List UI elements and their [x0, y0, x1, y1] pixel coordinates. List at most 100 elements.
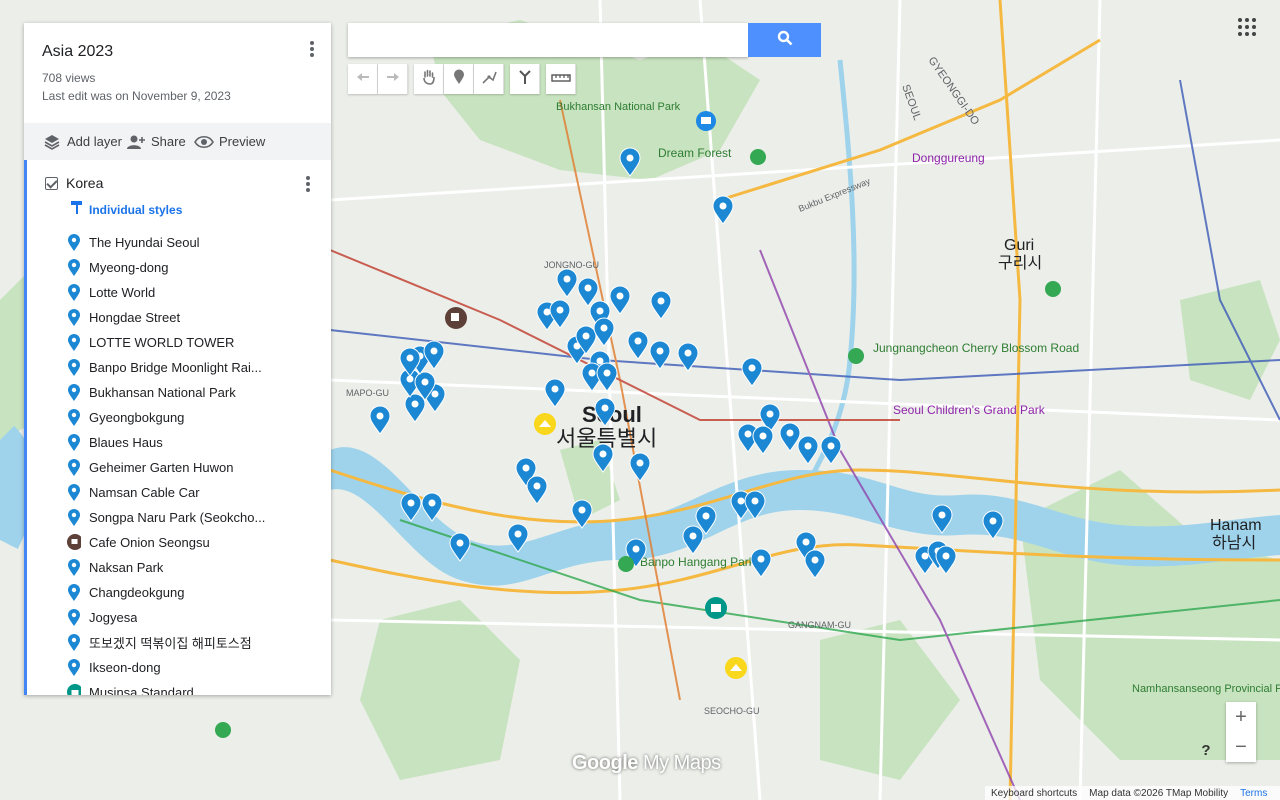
place-list-item[interactable]: Namsan Cable Car — [67, 480, 322, 505]
logo-mymaps-text: My Maps — [642, 752, 721, 774]
bukhansan-label: Bukhansan National Park — [556, 101, 681, 113]
banpo-park-label: Banpo Hangang Park — [640, 555, 756, 569]
map-options-menu-icon[interactable] — [303, 39, 321, 61]
place-name: LOTTE WORLD TOWER — [89, 335, 235, 350]
map-pin-dot — [588, 369, 596, 377]
gangnam-label: GANGNAM-GU — [788, 620, 851, 630]
add-layer-button[interactable]: Add layer — [42, 123, 122, 160]
place-list-item[interactable]: LOTTE WORLD TOWER — [67, 330, 322, 355]
place-list-item[interactable]: Ikseon-dong — [67, 655, 322, 680]
ruler-icon — [550, 70, 571, 88]
search-button[interactable] — [748, 23, 821, 57]
paint-roller-icon — [71, 200, 83, 219]
map-footer: Keyboard shortcuts Map data ©2026 TMap M… — [985, 786, 1280, 800]
place-list-item[interactable]: Jogyesa — [67, 605, 322, 630]
namhansanseong-label: Namhansanseong Provincial Park — [1132, 683, 1280, 695]
home-marker-2[interactable] — [725, 657, 747, 679]
place-list-item[interactable]: Cafe Onion Seongsu — [67, 530, 322, 555]
measure-button[interactable] — [546, 64, 576, 94]
place-list-item[interactable]: Bukhansan National Park — [67, 380, 322, 405]
map-pin-dot — [702, 512, 710, 520]
place-list-item[interactable]: Songpa Naru Park (Seokcho... — [67, 505, 322, 530]
map-pin-dot — [603, 369, 611, 377]
cafe-marker[interactable] — [445, 307, 467, 329]
directions-button[interactable] — [510, 64, 540, 94]
place-list-item[interactable]: The Hyundai Seoul — [67, 230, 322, 255]
map-pin-dot — [522, 464, 530, 472]
map-pin-dot — [616, 292, 624, 300]
pin-icon — [67, 558, 81, 577]
pin-icon — [67, 508, 81, 527]
place-list-item[interactable]: Naksan Park — [67, 555, 322, 580]
map-pin-dot — [406, 354, 414, 362]
place-name: Banpo Bridge Moonlight Rai... — [89, 360, 262, 375]
layer-options-menu-icon[interactable] — [299, 174, 317, 196]
mapo-label: MAPO-GU — [346, 388, 389, 398]
redo-button[interactable] — [378, 64, 408, 94]
place-list-item[interactable]: Myeong-dong — [67, 255, 322, 280]
map-title[interactable]: Asia 2023 — [42, 43, 113, 61]
keyboard-shortcuts-link[interactable]: Keyboard shortcuts — [991, 788, 1077, 799]
map-pin-dot — [757, 555, 765, 563]
pin-icon — [67, 408, 81, 427]
pin-icon — [67, 333, 81, 352]
shop-marker[interactable] — [705, 597, 727, 619]
add-marker-button[interactable] — [444, 64, 474, 94]
map-actions-bar: Add layer Share Preview — [24, 123, 331, 160]
pin-icon — [67, 358, 81, 377]
map-pin-dot — [599, 450, 607, 458]
hand-icon — [422, 69, 436, 90]
place-list-item[interactable]: Changdeokgung — [67, 580, 322, 605]
draw-line-button[interactable] — [474, 64, 504, 94]
place-list-item[interactable]: Gyeongbokgung — [67, 405, 322, 430]
search-input[interactable] — [348, 23, 748, 57]
select-hand-button[interactable] — [414, 64, 444, 94]
undo-button[interactable] — [348, 64, 378, 94]
place-name: The Hyundai Seoul — [89, 235, 200, 250]
place-list-item[interactable]: Blaues Haus — [67, 430, 322, 455]
draw-line-icon — [481, 69, 497, 90]
map-pin-dot — [989, 517, 997, 525]
map-legend-panel: Asia 2023 708 views Last edit was on Nov… — [24, 23, 331, 695]
map-pin-dot — [600, 324, 608, 332]
place-list-item[interactable]: 또보겠지 떡볶이집 해피토스점 — [67, 630, 322, 655]
map-pin-dot — [786, 429, 794, 437]
preview-button[interactable]: Preview — [194, 123, 265, 160]
pin-icon — [67, 283, 81, 302]
place-list-item[interactable]: Lotte World — [67, 280, 322, 305]
place-name: Musinsa Standard — [89, 685, 194, 695]
hanam-ko-label: 하남시 — [1212, 534, 1256, 552]
map-pin-dot — [938, 511, 946, 519]
terms-link[interactable]: Terms — [1240, 788, 1267, 799]
west-river — [0, 425, 36, 549]
home-marker-1[interactable] — [534, 413, 556, 435]
help-button[interactable]: ? — [1196, 740, 1216, 760]
zoom-in-button[interactable]: + — [1226, 702, 1256, 732]
place-list-item[interactable]: Banpo Bridge Moonlight Rai... — [67, 355, 322, 380]
cart-marker[interactable] — [696, 111, 716, 131]
map-pin-dot — [582, 332, 590, 340]
map-pin-dot — [802, 538, 810, 546]
map-pin-dot — [636, 459, 644, 467]
map-pin-dot — [428, 499, 436, 507]
map-pin-dot — [543, 308, 551, 316]
map-pin-dot — [811, 556, 819, 564]
zoom-out-button[interactable]: − — [1226, 732, 1256, 762]
map-pin-dot — [411, 400, 419, 408]
place-list-item[interactable]: Hongdae Street — [67, 305, 322, 330]
place-name: Cafe Onion Seongsu — [89, 535, 210, 550]
place-name: Myeong-dong — [89, 260, 169, 275]
place-list-item[interactable]: Musinsa Standard — [67, 680, 322, 695]
map-pin-dot — [551, 385, 559, 393]
share-button[interactable]: Share — [126, 123, 186, 160]
place-list-item[interactable]: Geheimer Garten Huwon — [67, 455, 322, 480]
map-pin-dot — [578, 506, 586, 514]
view-count: 708 views — [42, 71, 96, 85]
map-pin-dot — [634, 337, 642, 345]
layer-visibility-checkbox[interactable] — [45, 176, 58, 190]
individual-styles-link[interactable]: Individual styles — [71, 200, 182, 219]
directions-icon — [518, 69, 532, 90]
layer-name[interactable]: Korea — [66, 175, 103, 191]
apps-grid-icon[interactable] — [1238, 18, 1256, 36]
map-pin-dot — [759, 432, 767, 440]
